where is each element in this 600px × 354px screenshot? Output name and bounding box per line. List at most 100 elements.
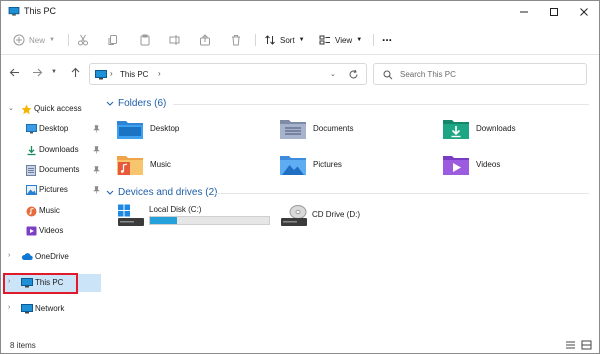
forward-button[interactable] xyxy=(30,65,44,79)
drive-tile-cd-drive[interactable]: CD Drive (D:) xyxy=(280,204,440,230)
view-label: View xyxy=(335,35,353,45)
sidebar-item-network[interactable]: › Network xyxy=(3,300,101,318)
chevron-down-icon[interactable]: ⌄ xyxy=(8,104,14,112)
folder-tile-desktop[interactable]: Desktop xyxy=(116,117,276,147)
chevron-down-icon: ▼ xyxy=(49,37,55,43)
sidebar-item-pictures[interactable]: Pictures xyxy=(3,181,101,199)
minimize-button[interactable] xyxy=(509,1,539,23)
desktop-folder-icon xyxy=(117,121,143,139)
sort-button[interactable]: Sort ▼ xyxy=(264,32,305,48)
folder-tile-pictures[interactable]: Pictures xyxy=(279,153,439,183)
drive-label: CD Drive (D:) xyxy=(312,210,360,219)
sort-label: Sort xyxy=(280,35,295,45)
folder-label: Videos xyxy=(476,160,501,169)
copy-button[interactable] xyxy=(107,32,119,48)
details-view-icon[interactable] xyxy=(565,340,576,350)
view-icon xyxy=(319,35,330,45)
folder-tile-music[interactable]: Music xyxy=(116,153,276,183)
drives-heading[interactable]: Devices and drives (2) xyxy=(118,187,217,198)
chevron-down-icon: ▼ xyxy=(298,37,305,43)
new-label: New xyxy=(29,35,46,45)
sidebar-item-videos[interactable]: Videos xyxy=(3,222,101,240)
share-button[interactable] xyxy=(199,32,211,48)
cut-button[interactable] xyxy=(77,32,89,48)
sidebar-item-music[interactable]: Music xyxy=(3,202,101,220)
sidebar-item-label: Downloads xyxy=(39,145,79,154)
folder-label: Desktop xyxy=(150,124,180,133)
folder-label: Music xyxy=(150,160,171,169)
separator xyxy=(68,34,69,46)
chevron-down-icon[interactable] xyxy=(106,101,114,107)
sidebar-item-label: Network xyxy=(35,304,65,313)
paste-button[interactable] xyxy=(139,32,151,48)
downloads-icon xyxy=(27,146,36,156)
chevron-right-icon[interactable]: › xyxy=(8,252,10,259)
more-options-button[interactable]: ... xyxy=(382,29,392,45)
title-bar: This PC xyxy=(1,1,599,23)
pin-icon xyxy=(93,125,100,133)
highlight-annotation xyxy=(3,273,78,294)
divider xyxy=(216,193,589,194)
documents-folder-icon xyxy=(280,120,306,139)
close-button[interactable] xyxy=(569,1,599,23)
drive-tile-local-disk[interactable]: Local Disk (C:) xyxy=(117,204,277,230)
cloud-icon xyxy=(21,253,33,260)
back-button[interactable] xyxy=(7,65,21,79)
sidebar-item-desktop[interactable]: Desktop xyxy=(3,120,101,138)
plus-circle-icon xyxy=(13,34,25,46)
sidebar-item-label: Quick access xyxy=(34,104,82,113)
pin-icon xyxy=(93,186,100,194)
view-button[interactable]: View ▼ xyxy=(319,32,362,48)
sidebar-item-quick-access[interactable]: ⌄ Quick access xyxy=(3,100,101,118)
search-box[interactable]: Search This PC xyxy=(373,63,587,85)
chevron-down-icon[interactable]: ⌄ xyxy=(330,70,336,78)
sidebar-item-downloads[interactable]: Downloads xyxy=(3,141,101,159)
sidebar-item-label: OneDrive xyxy=(35,252,69,261)
scissors-icon xyxy=(78,34,88,46)
sidebar-item-onedrive[interactable]: › OneDrive xyxy=(3,248,101,266)
sort-icon xyxy=(265,35,275,45)
share-icon xyxy=(200,34,210,46)
chevron-down-icon: ▼ xyxy=(51,69,57,75)
folder-tile-videos[interactable]: Videos xyxy=(442,153,600,183)
maximize-button[interactable] xyxy=(539,1,569,23)
sidebar-item-label: Documents xyxy=(39,165,80,174)
new-button[interactable]: New ▼ xyxy=(13,32,55,48)
pin-icon xyxy=(93,166,100,174)
chevron-right-icon[interactable]: › xyxy=(8,304,10,311)
trash-icon xyxy=(232,35,240,46)
chevron-down-icon[interactable] xyxy=(106,190,114,196)
window-title: This PC xyxy=(24,6,57,16)
address-bar[interactable]: › This PC › ⌄ xyxy=(89,63,367,85)
up-button[interactable] xyxy=(68,65,82,79)
arrow-up-icon xyxy=(71,67,79,77)
folder-tile-downloads[interactable]: Downloads xyxy=(442,117,600,147)
rename-icon xyxy=(169,35,180,45)
star-icon xyxy=(21,104,32,115)
desktop-icon xyxy=(26,124,37,134)
sidebar-item-documents[interactable]: Documents xyxy=(3,161,101,179)
music-folder-icon xyxy=(117,156,143,175)
hard-drive-icon xyxy=(118,204,144,226)
folder-label: Downloads xyxy=(476,124,516,133)
folder-tile-documents[interactable]: Documents xyxy=(279,117,439,147)
rename-button[interactable] xyxy=(169,32,181,48)
separator xyxy=(255,34,256,46)
pc-icon xyxy=(8,7,20,16)
videos-folder-icon xyxy=(443,156,469,175)
delete-button[interactable] xyxy=(230,32,242,48)
tiles-view-icon[interactable] xyxy=(581,340,592,350)
drive-usage-bar xyxy=(149,216,270,225)
folder-label: Pictures xyxy=(313,160,342,169)
refresh-icon[interactable] xyxy=(348,69,359,80)
folders-heading[interactable]: Folders (6) xyxy=(118,98,166,109)
recent-locations-button[interactable]: ▼ xyxy=(49,65,59,79)
folder-label: Documents xyxy=(313,124,354,133)
chevron-right-icon[interactable]: › xyxy=(158,69,161,78)
breadcrumb[interactable]: This PC xyxy=(120,70,148,79)
documents-icon xyxy=(26,165,36,176)
sidebar-item-label: Videos xyxy=(39,226,64,235)
explorer-window: This PC New ▼ Sort ▼ View ▼ ... ▼ › This… xyxy=(0,0,600,354)
paste-icon xyxy=(140,34,150,46)
divider xyxy=(173,104,589,105)
